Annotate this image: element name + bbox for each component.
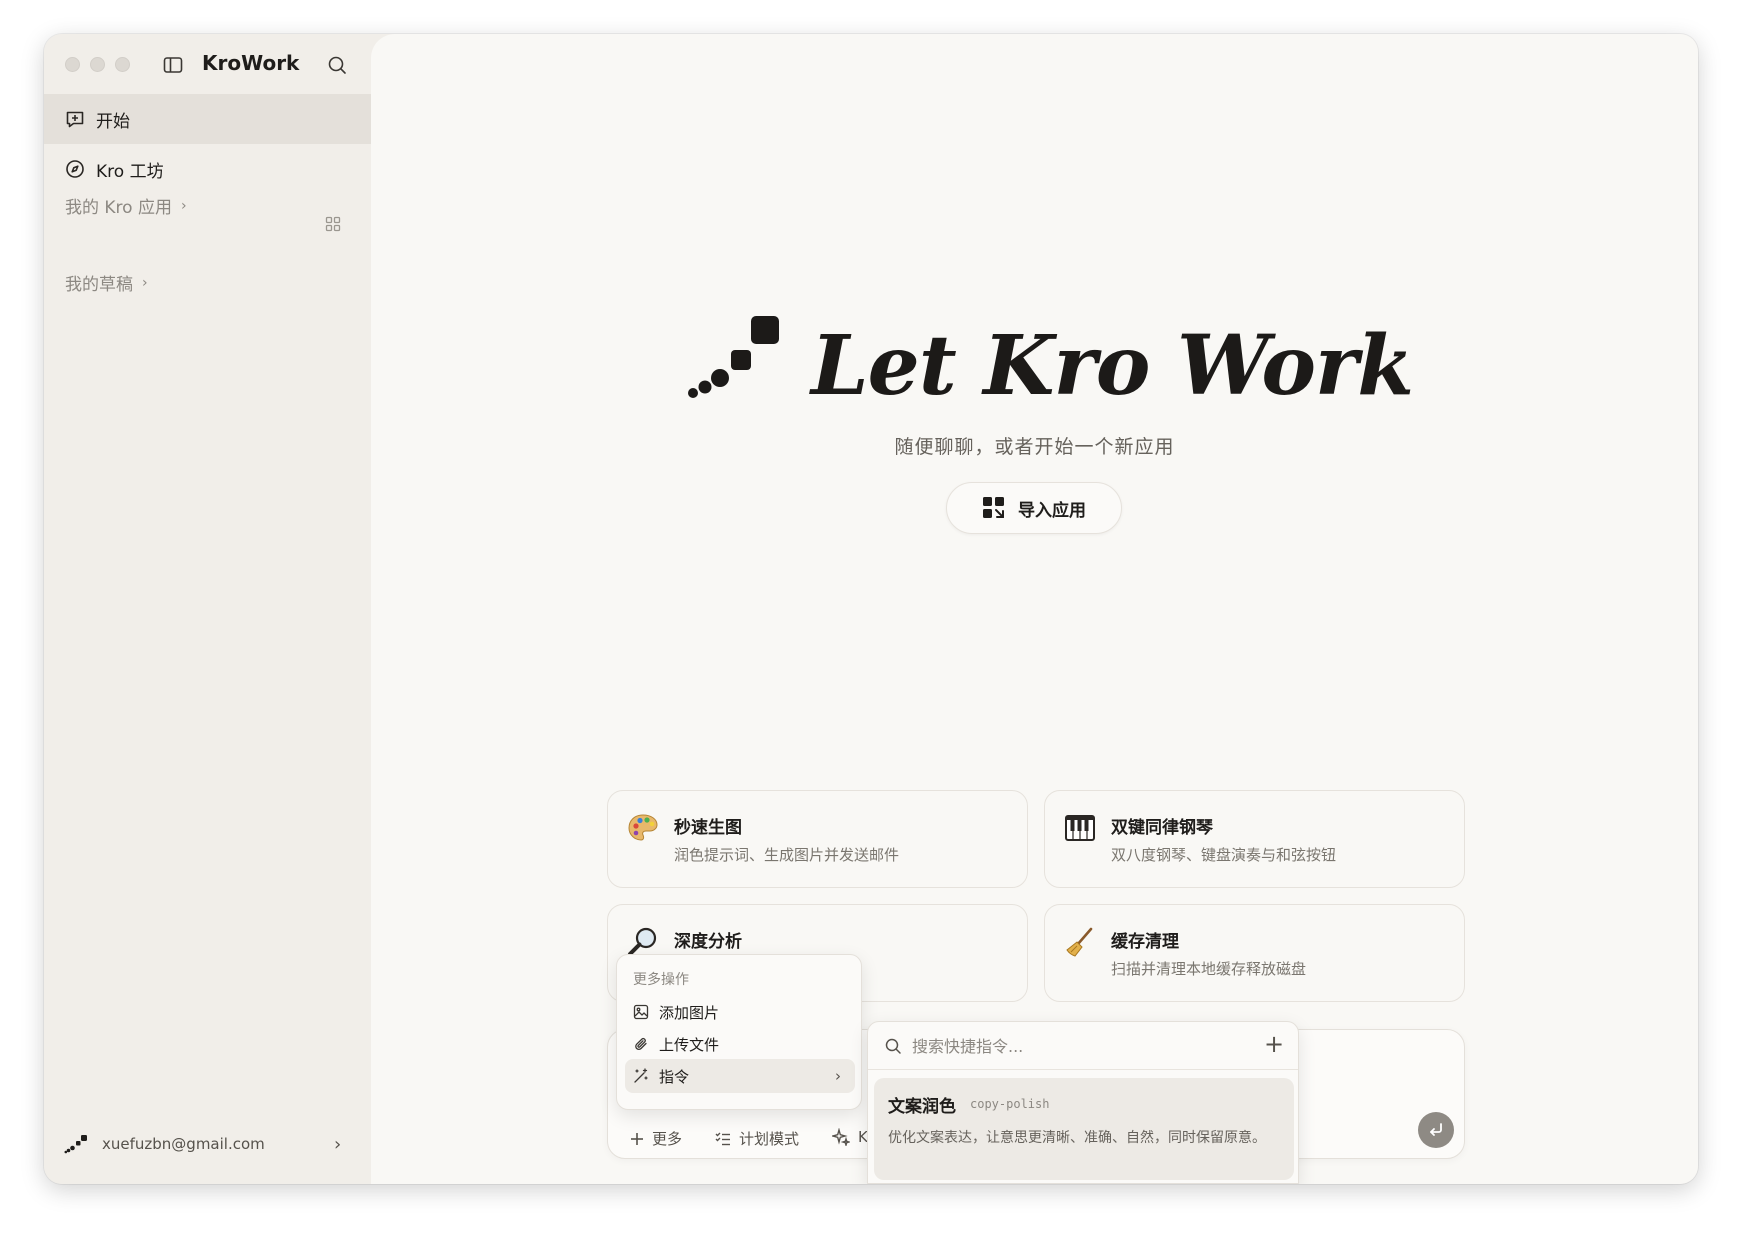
command-name: 文案润色 [888,1097,956,1117]
checklist-icon [715,1132,730,1145]
app-card-quick-image[interactable]: 秒速生图 润色提示词、生成图片并发送邮件 [607,790,1028,888]
command-search-input[interactable] [912,1034,1232,1058]
add-command-button[interactable]: + [1264,1032,1284,1056]
card-title: 深度分析 [674,932,742,952]
minimize-window-button[interactable] [90,57,105,72]
sidebar: KroWork 开始 Kro 工坊 我的 Kro 应用 › 我的草稿 › xue… [44,34,371,1184]
nav-item-kro-workshop[interactable]: Kro 工坊 [44,144,371,194]
plan-mode-label: 计划模式 [739,1130,800,1148]
section-label: 我的草稿 [65,275,133,295]
card-desc: 润色提示词、生成图片并发送邮件 [674,846,900,864]
menu-item-upload-file[interactable]: 上传文件 [625,1027,855,1061]
account-email: xuefuzbn@gmail.com [102,1135,265,1153]
command-popup: + 文案润色 copy-polish 优化文案表达，让意思更清晰、准确、自然，同… [867,1021,1299,1184]
enter-icon [1430,1123,1442,1136]
more-button[interactable]: 更多 [630,1128,682,1149]
broom-icon [1066,927,1093,957]
menu-item-label: 添加图片 [659,1003,720,1022]
plus-icon [631,1132,643,1145]
import-app-label: 导入应用 [1018,500,1086,521]
sparkle-icon [832,1128,850,1146]
nav-item-label: 开始 [96,111,130,132]
command-search-bar: + [868,1022,1298,1070]
hero-subtitle: 随便聊聊，或者开始一个新应用 [894,436,1175,458]
nav-item-label: Kro 工坊 [96,161,164,182]
card-desc: 双八度钢琴、键盘演奏与和弦按钮 [1111,846,1337,864]
new-chat-icon [66,111,84,128]
chevron-right-icon: › [180,197,187,214]
command-item-copy-polish[interactable]: 文案润色 copy-polish 优化文案表达，让意思更清晰、准确、自然，同时保… [874,1078,1294,1180]
grid-icon[interactable] [325,216,341,232]
sidebar-toggle-icon[interactable] [162,54,184,76]
command-desc: 优化文案表达，让意思更清晰、准确、自然，同时保留原意。 [888,1130,1266,1146]
more-actions-menu: 更多操作 添加图片 上传文件 指令 › [616,954,862,1110]
app-window: KroWork 开始 Kro 工坊 我的 Kro 应用 › 我的草稿 › xue… [44,34,1698,1184]
app-card-cache-clean[interactable]: 缓存清理 扫描并清理本地缓存释放磁盘 [1044,904,1465,1002]
command-slug: copy-polish [970,1097,1050,1111]
wand-icon [634,1068,648,1083]
chevron-right-icon: › [835,1067,841,1085]
section-my-drafts[interactable]: 我的草稿 › [65,270,148,296]
card-title: 缓存清理 [1111,932,1179,952]
import-app-button[interactable]: 导入应用 [946,482,1122,534]
more-label: 更多 [652,1130,683,1148]
menu-item-commands[interactable]: 指令 › [625,1059,855,1093]
palette-icon [628,814,658,841]
compass-icon [66,160,84,178]
menu-item-label: 上传文件 [659,1035,720,1054]
kro-button[interactable]: K [832,1128,868,1146]
piano-icon [1065,815,1095,841]
app-card-dual-piano[interactable]: 双键同律钢琴 双八度钢琴、键盘演奏与和弦按钮 [1044,790,1465,888]
kro-logo-icon [685,316,781,406]
import-apps-icon [983,497,1004,518]
search-icon [885,1038,901,1054]
menu-item-add-image[interactable]: 添加图片 [625,995,855,1029]
chevron-right-icon: › [142,274,148,291]
hero-title: Let Kro Work [811,318,1414,414]
window-controls [65,57,130,72]
section-my-kro-apps[interactable]: 我的 Kro 应用 › [65,193,187,219]
account-button[interactable]: xuefuzbn@gmail.com [64,1134,265,1154]
card-title: 秒速生图 [674,818,742,838]
paperclip-icon [635,1037,647,1051]
chevron-right-icon[interactable]: › [334,1134,341,1155]
card-title: 双键同律钢琴 [1111,818,1213,838]
app-title: KroWork [202,51,300,75]
menu-header: 更多操作 [633,972,689,988]
image-icon [633,1004,649,1020]
send-button[interactable] [1418,1112,1454,1148]
search-icon[interactable] [326,54,348,76]
close-window-button[interactable] [65,57,80,72]
zoom-window-button[interactable] [115,57,130,72]
main-panel: Let Kro Work 随便聊聊，或者开始一个新应用 导入应用 秒速生图 润色… [371,34,1698,1184]
menu-item-label: 指令 [659,1067,690,1086]
plan-mode-button[interactable]: 计划模式 [715,1128,799,1149]
kro-logo-icon [64,1135,87,1154]
section-label: 我的 Kro 应用 [65,198,172,218]
card-desc: 扫描并清理本地缓存释放磁盘 [1111,960,1307,978]
nav-item-start[interactable]: 开始 [44,94,371,144]
